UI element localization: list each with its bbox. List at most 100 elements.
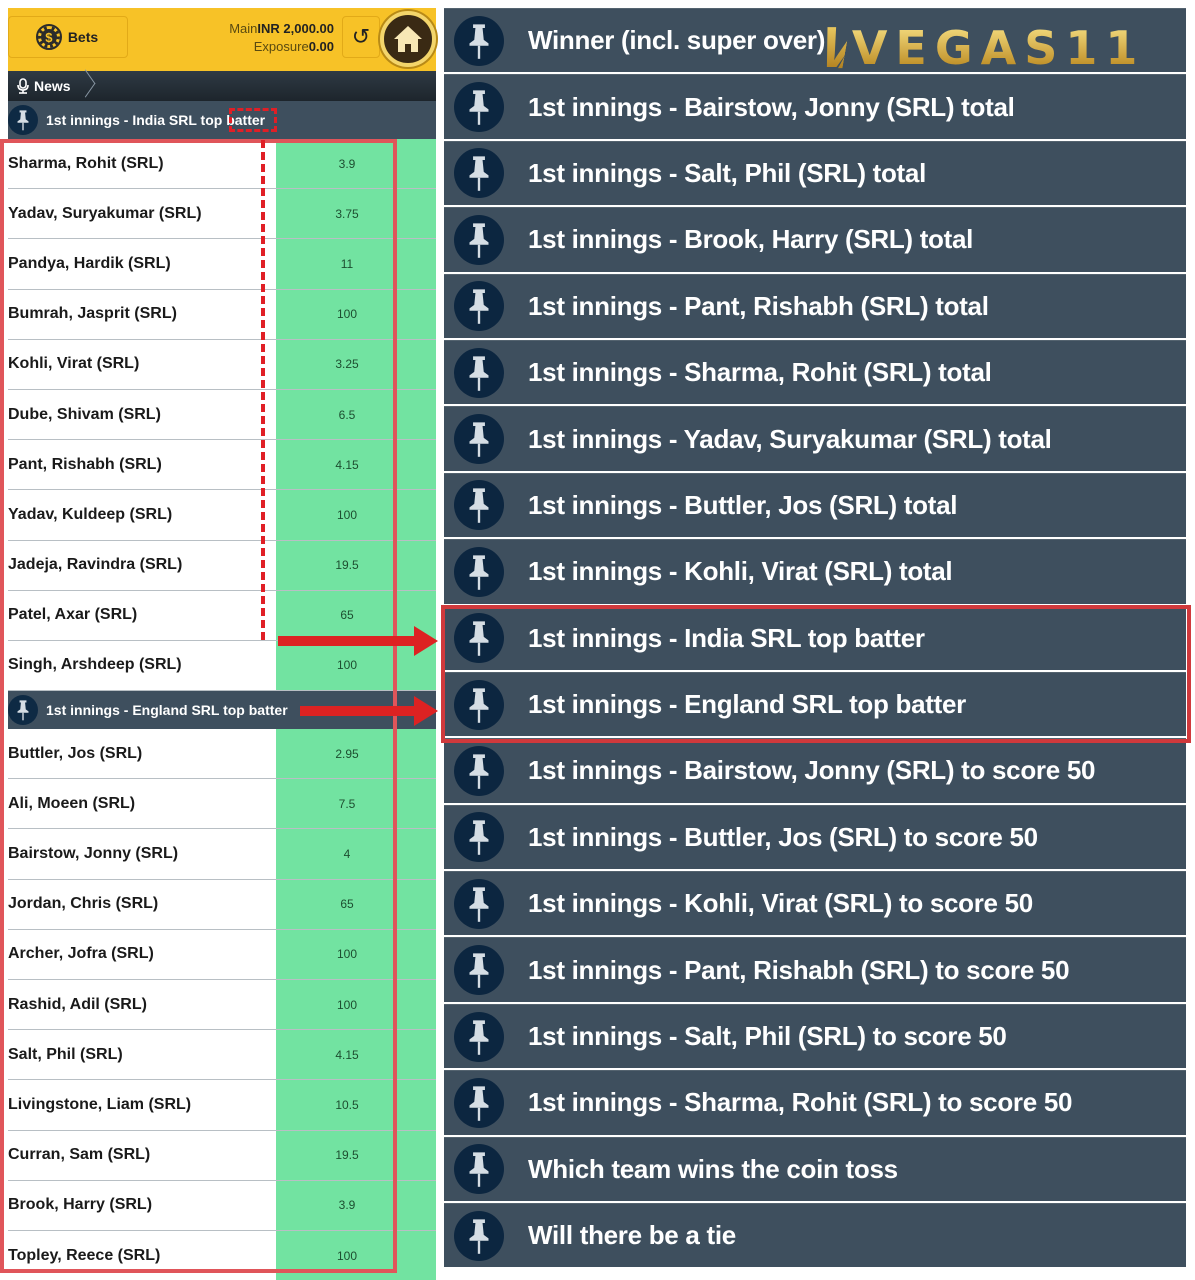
pin-button[interactable] — [454, 1077, 504, 1128]
pin-button[interactable] — [454, 480, 504, 531]
pin-button[interactable] — [454, 812, 504, 863]
pin-button[interactable] — [454, 347, 504, 398]
back-odds-button[interactable]: 3.9 — [276, 139, 436, 189]
odds-value: 100 — [336, 507, 358, 522]
runner-row: Bumrah, Jasprit (SRL) 100 — [8, 289, 436, 340]
pin-button[interactable] — [8, 105, 38, 135]
pin-button[interactable] — [454, 214, 504, 265]
market-list-item[interactable]: 1st innings - Buttler, Jos (SRL) to scor… — [444, 804, 1186, 870]
pin-button[interactable] — [454, 1210, 504, 1261]
market-list-item[interactable]: 1st innings - Kohli, Virat (SRL) total — [444, 539, 1186, 604]
odds-value: 19.5 — [335, 558, 359, 573]
back-odds-button[interactable]: 19.5 — [276, 1130, 436, 1180]
back-odds-button[interactable]: 65 — [276, 879, 436, 929]
runner-name: Yadav, Suryakumar (SRL) — [8, 189, 276, 239]
news-bar[interactable]: News — [8, 71, 436, 101]
back-odds-button[interactable]: 100 — [276, 490, 436, 540]
market-label: Which team wins the coin toss — [528, 1153, 898, 1184]
back-odds-button[interactable]: 11 — [276, 239, 436, 289]
back-odds-button[interactable]: 100 — [276, 980, 436, 1030]
brand-name: VEGAS11 — [851, 21, 1146, 75]
market-label: 1st innings - Salt, Phil (SRL) to score … — [528, 1021, 1007, 1052]
pin-button[interactable] — [454, 546, 504, 597]
market-list-item[interactable]: 1st innings - Sharma, Rohit (SRL) to sco… — [444, 1070, 1186, 1135]
market-list-item[interactable]: 1st innings - Bairstow, Jonny (SRL) to s… — [444, 738, 1186, 803]
pin-button[interactable] — [454, 1144, 504, 1195]
exposure-value: 0.00 — [308, 39, 334, 54]
market-list-item[interactable]: 1st innings - Buttler, Jos (SRL) total — [444, 472, 1186, 538]
market-label: Will there be a tie — [528, 1220, 736, 1251]
back-odds-button[interactable]: 65 — [276, 590, 436, 640]
pin-button[interactable] — [454, 613, 504, 664]
refresh-button[interactable]: ↺ — [342, 16, 380, 58]
back-odds-button[interactable]: 100 — [276, 929, 436, 979]
balance-display: MainINR 2,000.00 Exposure0.00 — [229, 20, 334, 56]
market-label: 1st innings - Yadav, Suryakumar (SRL) to… — [528, 423, 1052, 454]
market-list-item[interactable]: 1st innings - Sharma, Rohit (SRL) total — [444, 339, 1186, 405]
back-odds-button[interactable]: 4 — [276, 829, 436, 879]
pin-button[interactable] — [454, 281, 504, 332]
pin-button[interactable] — [454, 745, 504, 796]
back-odds-button[interactable]: 100 — [276, 289, 436, 339]
bets-button[interactable]: $ Bets — [8, 16, 128, 58]
back-odds-button[interactable]: 3.9 — [276, 1180, 436, 1230]
pin-button[interactable] — [454, 15, 504, 66]
market-label: 1st innings - Sharma, Rohit (SRL) total — [528, 357, 992, 388]
runner-name: Topley, Reece (SRL) — [8, 1230, 276, 1280]
back-odds-button[interactable]: 4.15 — [276, 440, 436, 490]
back-odds-button[interactable]: 6.5 — [276, 389, 436, 440]
market-list-item[interactable]: 1st innings - England SRL top batter — [444, 671, 1186, 737]
back-odds-button[interactable]: 10.5 — [276, 1080, 436, 1130]
back-odds-button[interactable]: 19.5 — [276, 540, 436, 590]
back-odds-button[interactable]: 3.25 — [276, 339, 436, 389]
pin-button[interactable] — [454, 679, 504, 730]
odds-value: 3.25 — [335, 357, 359, 372]
runner-row: Curran, Sam (SRL) 19.5 — [8, 1130, 436, 1181]
runner-row: Pant, Rishabh (SRL) 4.15 — [8, 440, 436, 491]
odds-value: 10.5 — [335, 1097, 359, 1112]
news-label: News — [34, 78, 71, 94]
market-list-item[interactable]: Which team wins the coin toss — [444, 1136, 1186, 1202]
market-list-item[interactable]: Will there be a tie — [444, 1203, 1186, 1268]
pin-button[interactable] — [8, 695, 38, 726]
odds-value: 4.15 — [335, 457, 359, 472]
back-odds-button[interactable]: 4.15 — [276, 1030, 436, 1080]
odds-value: 11 — [340, 256, 354, 271]
market-label: 1st innings - Kohli, Virat (SRL) total — [528, 556, 953, 587]
market-list-item[interactable]: 1st innings - Pant, Rishabh (SRL) total — [444, 273, 1186, 338]
main-balance: INR 2,000.00 — [257, 21, 334, 36]
market-list-item[interactable]: 1st innings - Salt, Phil (SRL) to score … — [444, 1003, 1186, 1069]
back-odds-button[interactable]: 7.5 — [276, 779, 436, 829]
market-list-item[interactable]: 1st innings - Brook, Harry (SRL) total — [444, 207, 1186, 272]
pin-button[interactable] — [454, 1011, 504, 1062]
odds-value: 7.5 — [338, 796, 356, 811]
pin-button[interactable] — [454, 148, 504, 199]
back-odds-button[interactable]: 100 — [276, 1230, 436, 1280]
market-list-item[interactable]: 1st innings - Kohli, Virat (SRL) to scor… — [444, 871, 1186, 936]
pin-icon — [469, 422, 489, 457]
back-odds-button[interactable]: 2.95 — [276, 729, 436, 779]
market-list-item[interactable]: 1st innings - Salt, Phil (SRL) total — [444, 140, 1186, 206]
market-header[interactable]: 1st innings - India SRL top batter — [8, 101, 436, 139]
back-odds-button[interactable]: 3.75 — [276, 189, 436, 239]
runner-name: Dube, Shivam (SRL) — [8, 389, 276, 440]
odds-value: 100 — [336, 997, 358, 1012]
market-list-item[interactable]: 1st innings - Yadav, Suryakumar (SRL) to… — [444, 406, 1186, 471]
market-list-item[interactable]: 1st innings - Bairstow, Jonny (SRL) tota… — [444, 74, 1186, 139]
back-odds-button[interactable]: 100 — [276, 640, 436, 691]
market-list-item[interactable]: Winner (incl. super over) V/ VEGAS11 — [444, 8, 1186, 80]
market-header[interactable]: 1st innings - England SRL top batter — [8, 691, 436, 730]
pin-button[interactable] — [454, 945, 504, 996]
odds-value: 65 — [340, 608, 354, 623]
market-list-item[interactable]: 1st innings - Pant, Rishabh (SRL) to sco… — [444, 937, 1186, 1002]
runner-row: Bairstow, Jonny (SRL) 4 — [8, 829, 436, 880]
pin-button[interactable] — [454, 82, 504, 133]
runner-row: Archer, Jofra (SRL) 100 — [8, 929, 436, 980]
runner-name: Jordan, Chris (SRL) — [8, 879, 276, 929]
home-icon — [394, 26, 422, 52]
left-panel: $ Bets MainINR 2,000.00 Exposure0.00 ↺ N… — [8, 8, 436, 1280]
pin-button[interactable] — [454, 414, 504, 465]
pin-button[interactable] — [454, 878, 504, 929]
home-button[interactable] — [380, 11, 436, 67]
market-list-item[interactable]: 1st innings - India SRL top batter — [444, 605, 1186, 670]
